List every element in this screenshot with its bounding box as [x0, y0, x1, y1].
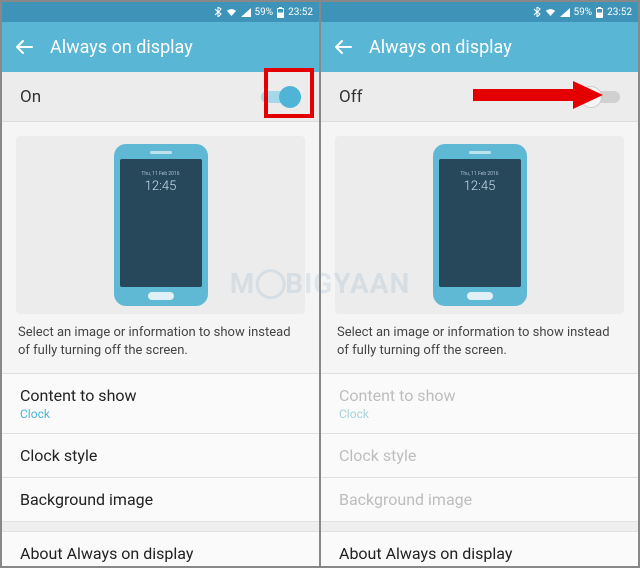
- signal-icon: [241, 8, 251, 17]
- item-title: Background image: [20, 490, 301, 509]
- wifi-icon: [226, 8, 237, 17]
- item-content-to-show[interactable]: Content to show Clock: [2, 373, 319, 433]
- preview-area: Thu, 11 Feb 2016 12:45 Select an image o…: [2, 122, 319, 373]
- battery-icon: [277, 7, 284, 18]
- wifi-icon: [545, 8, 556, 17]
- item-about[interactable]: About Always on display: [321, 531, 638, 568]
- master-toggle-switch[interactable]: [261, 86, 301, 108]
- statusbar: 59% 23:52: [321, 2, 638, 22]
- signal-icon: [560, 8, 570, 17]
- phone-mock-icon: Thu, 11 Feb 2016 12:45: [114, 144, 208, 306]
- statusbar: 59% 23:52: [2, 2, 319, 22]
- toggle-label: Off: [339, 87, 363, 107]
- item-clock-style[interactable]: Clock style: [2, 433, 319, 477]
- preview-description: Select an image or information to show i…: [335, 314, 624, 363]
- item-subtitle: Clock: [339, 407, 620, 421]
- preview-description: Select an image or information to show i…: [16, 314, 305, 363]
- item-title: Clock style: [20, 446, 301, 465]
- battery-percent: 59%: [255, 7, 274, 18]
- toggle-label: On: [20, 87, 41, 107]
- header: Always on display: [321, 22, 638, 72]
- item-background-image[interactable]: Background image: [2, 477, 319, 521]
- clock-text: 23:52: [288, 7, 313, 18]
- item-title: About Always on display: [20, 544, 301, 563]
- item-title: Content to show: [339, 386, 620, 405]
- bluetooth-icon: [533, 7, 541, 17]
- screenshot-left: 59% 23:52 Always on display On Thu, 11 F…: [0, 0, 320, 568]
- header-title: Always on display: [50, 37, 193, 58]
- screenshot-right: 59% 23:52 Always on display Off Thu, 11 …: [320, 0, 640, 568]
- item-title: Content to show: [20, 386, 301, 405]
- master-toggle-switch[interactable]: [580, 86, 620, 108]
- back-arrow-icon[interactable]: [14, 37, 34, 57]
- preview-box: Thu, 11 Feb 2016 12:45: [335, 136, 624, 314]
- preview-box: Thu, 11 Feb 2016 12:45: [16, 136, 305, 314]
- master-toggle-row: On: [2, 72, 319, 122]
- item-subtitle: Clock: [20, 407, 301, 421]
- item-content-to-show: Content to show Clock: [321, 373, 638, 433]
- back-arrow-icon[interactable]: [333, 37, 353, 57]
- divider: [321, 521, 638, 531]
- item-title: Background image: [339, 490, 620, 509]
- master-toggle-row: Off: [321, 72, 638, 122]
- item-title: Clock style: [339, 446, 620, 465]
- item-background-image: Background image: [321, 477, 638, 521]
- item-about[interactable]: About Always on display: [2, 531, 319, 568]
- item-clock-style: Clock style: [321, 433, 638, 477]
- header-title: Always on display: [369, 37, 512, 58]
- item-title: About Always on display: [339, 544, 620, 563]
- clock-text: 23:52: [607, 7, 632, 18]
- preview-area: Thu, 11 Feb 2016 12:45 Select an image o…: [321, 122, 638, 373]
- bluetooth-icon: [214, 7, 222, 17]
- header: Always on display: [2, 22, 319, 72]
- battery-percent: 59%: [574, 7, 593, 18]
- battery-icon: [596, 7, 603, 18]
- divider: [2, 521, 319, 531]
- phone-mock-icon: Thu, 11 Feb 2016 12:45: [433, 144, 527, 306]
